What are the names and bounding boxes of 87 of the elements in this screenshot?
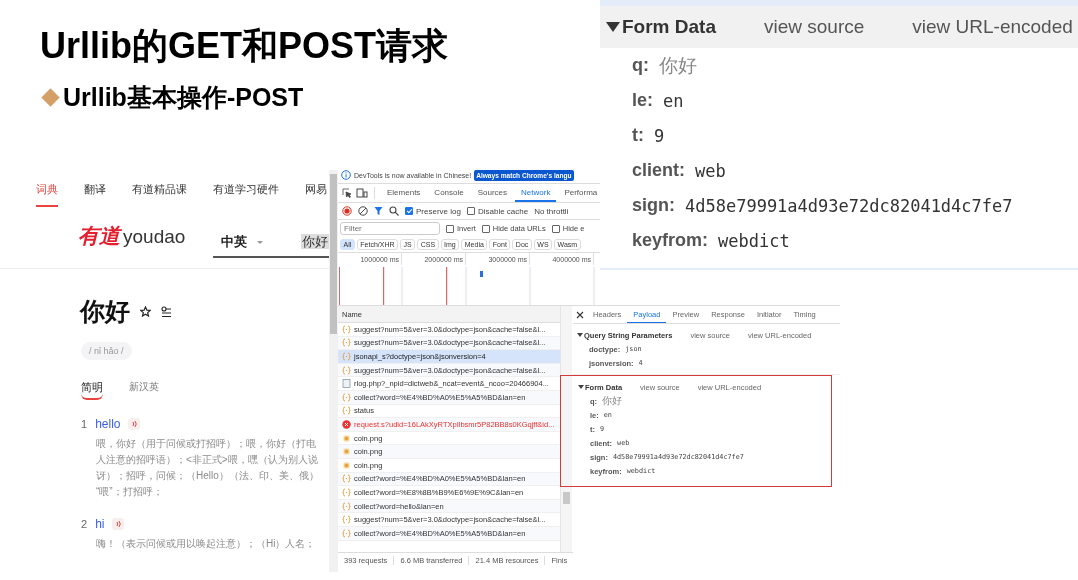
braces-icon — [342, 324, 351, 334]
definition-text: 人注意的招呼语）；<非正式>喂，嘿（认为别人说 — [96, 453, 319, 467]
param-value: 你好 — [659, 53, 697, 78]
pronunciation-tag: / nǐ hǎo / — [81, 342, 132, 360]
nav-tab[interactable]: 翻译 — [84, 182, 106, 207]
speaker-icon[interactable] — [128, 418, 141, 430]
inspect-icon[interactable] — [342, 188, 352, 198]
device-icon[interactable] — [356, 188, 368, 198]
image-icon — [342, 447, 351, 457]
param-key: sign: — [632, 195, 675, 216]
devtools-tab[interactable]: Sources — [471, 184, 514, 202]
translation-link[interactable]: hi — [95, 517, 105, 531]
section-title: Form Data — [622, 16, 716, 38]
definition-tab[interactable]: 新汉英 — [129, 380, 159, 400]
definition-tab[interactable]: 简明 — [81, 380, 103, 400]
checkbox[interactable] — [446, 224, 454, 233]
view-encoded-link[interactable]: view URL-encoded — [912, 16, 1073, 38]
entry-number: 1 — [81, 418, 88, 430]
speaker-icon[interactable] — [112, 518, 125, 530]
definition-text: 嗨！（表示问候或用以唤起注意）；（Hi）人名； — [96, 537, 317, 551]
close-icon[interactable] — [576, 310, 584, 319]
nav-tab[interactable]: 网易 — [305, 182, 327, 207]
devtools-tab[interactable]: Network — [515, 184, 557, 202]
filter-field[interactable]: Filter — [340, 222, 440, 235]
braces-icon — [342, 515, 351, 525]
filter-icon[interactable] — [374, 206, 383, 216]
document-icon — [342, 379, 351, 389]
translation-link[interactable]: hello — [95, 417, 121, 431]
param-value: en — [663, 90, 684, 111]
nav-tab[interactable]: 有道精品课 — [132, 182, 187, 207]
param-key: client: — [632, 160, 685, 181]
braces-icon — [342, 352, 351, 361]
braces-icon — [342, 474, 351, 484]
param-key: le: — [632, 90, 653, 111]
param-value: 你好 — [602, 394, 623, 408]
disclosure-triangle-icon[interactable] — [606, 22, 620, 32]
checkbox[interactable] — [551, 224, 560, 233]
checkbox[interactable] — [405, 207, 413, 215]
headword: 你好 — [80, 296, 130, 327]
braces-icon — [342, 365, 351, 375]
checkbox[interactable] — [481, 224, 490, 233]
slide-subtitle: Urllib基本操作-POST — [63, 82, 304, 113]
checkbox[interactable] — [466, 207, 475, 215]
logo-text: 有道 — [78, 223, 120, 249]
braces-icon — [342, 338, 351, 348]
throttling-dropdown[interactable]: No throttli — [534, 206, 569, 216]
param-key: q: — [632, 55, 649, 76]
param-key: t: — [632, 125, 644, 146]
definition-text: 讶）；招呼，问候；（Hello）（法、印、美、俄） — [96, 469, 320, 483]
braces-icon — [342, 528, 351, 538]
definition-text: 喂，你好（用于问候或打招呼）；喂，你好（打电 — [96, 437, 317, 451]
image-icon — [342, 460, 351, 470]
clear-icon[interactable] — [358, 206, 368, 216]
image-icon — [342, 433, 351, 443]
braces-icon — [342, 392, 351, 402]
checkbox-label: Preserve log — [416, 206, 461, 216]
param-value: webdict — [718, 230, 790, 251]
search-icon[interactable] — [389, 206, 399, 216]
error-icon — [342, 419, 351, 429]
info-icon — [341, 170, 351, 180]
logo-text: youdao — [123, 226, 186, 248]
nav-tab[interactable]: 有道学习硬件 — [213, 182, 279, 207]
star-icon[interactable] — [140, 306, 151, 317]
record-icon[interactable] — [342, 206, 352, 216]
braces-icon — [342, 487, 351, 497]
braces-icon — [342, 406, 351, 416]
scrollbar[interactable] — [560, 306, 572, 552]
disclosure-triangle-icon[interactable] — [578, 385, 584, 389]
view-source-link[interactable]: view source — [763, 16, 865, 38]
caret-icon — [257, 240, 264, 244]
list-icon[interactable] — [161, 305, 172, 318]
braces-icon — [342, 501, 351, 511]
param-value: 4d58e79991a4d93e72dc82041d4c7fe7 — [685, 195, 1013, 216]
checkbox-label: Disable cache — [477, 206, 529, 216]
devtools-tab[interactable]: Performa — [558, 184, 600, 202]
devtools-tab[interactable]: Console — [428, 184, 470, 202]
disclosure-triangle-icon[interactable] — [577, 333, 583, 337]
param-value: web — [695, 160, 726, 181]
slide-title: Urllib的GET和POST请求 — [40, 24, 449, 68]
param-value: 9 — [654, 125, 665, 146]
param-key: keyfrom: — [632, 230, 709, 251]
nav-tab[interactable]: 词典 — [36, 182, 58, 207]
scrollbar[interactable] — [329, 170, 338, 572]
entry-number: 2 — [81, 518, 88, 530]
language-dropdown[interactable]: 中英 — [213, 233, 283, 258]
definition-text: “喂”；打招呼； — [96, 485, 164, 499]
devtools-tab[interactable]: Elements — [381, 184, 427, 202]
